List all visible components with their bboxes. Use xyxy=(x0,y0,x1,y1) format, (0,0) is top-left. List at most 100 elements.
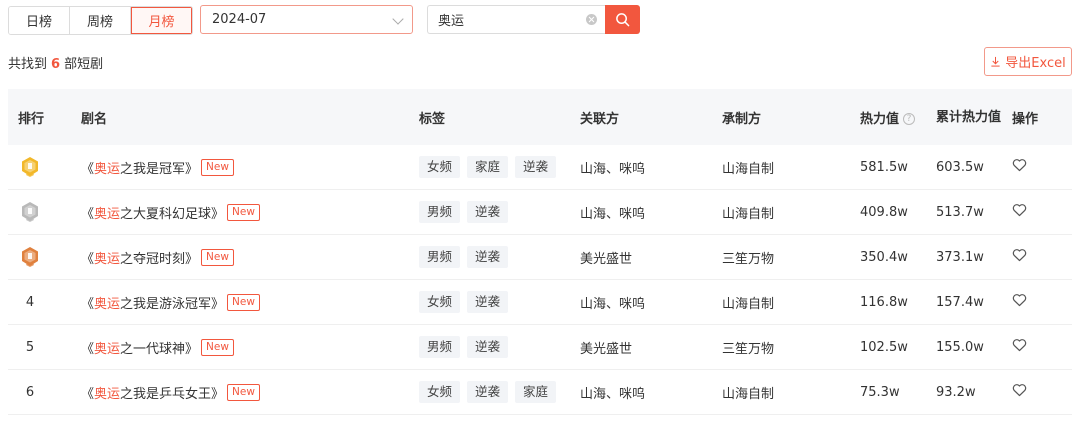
table-header: 排行 剧名 标签 关联方 承制方 热力值? 累计热力值 操作 xyxy=(8,89,1072,145)
header-related: 关联方 xyxy=(580,111,620,127)
header-maker: 承制方 xyxy=(722,111,762,127)
cell-rank xyxy=(8,201,81,223)
header-rank: 排行 xyxy=(18,111,45,127)
drama-title-link[interactable]: 《奥运 之一代球神》 New xyxy=(81,338,419,357)
cell-total-heat: 373.1w xyxy=(936,249,984,265)
cell-name: 《奥运 之大夏科幻足球》 New xyxy=(81,203,419,222)
title-open-bracket: 《 xyxy=(81,296,95,312)
header-total-heat: 累计热力值 xyxy=(936,109,1002,125)
cell-tags: 女频 家庭 逆袭 xyxy=(419,156,580,178)
title-highlight: 奥运 xyxy=(94,206,121,222)
cell-rank xyxy=(8,246,81,268)
table-body: 《奥运 之我是冠军》 New 女频 家庭 逆袭 山海、咪呜 山海自制 581.5w 603.5w 《… xyxy=(8,145,1072,415)
cell-ops xyxy=(1012,338,1072,356)
cell-ops xyxy=(1012,203,1072,221)
export-excel-button[interactable]: 导出Excel xyxy=(984,47,1072,76)
header-tags: 标签 xyxy=(419,111,446,127)
new-badge: New xyxy=(227,293,260,311)
result-suffix: 部短剧 xyxy=(64,57,104,72)
rank-number: 5 xyxy=(25,339,35,355)
favorite-heart-icon[interactable] xyxy=(1012,158,1027,176)
drama-title-link[interactable]: 《奥运 之我是乒乓女王》 New xyxy=(81,383,419,402)
favorite-heart-icon[interactable] xyxy=(1012,248,1027,266)
chevron-down-icon xyxy=(392,13,404,25)
tag-chip: 女频 xyxy=(419,291,461,313)
cell-heat: 102.5w xyxy=(860,339,908,355)
period-segmented-control: 日榜 周榜 月榜 xyxy=(8,5,193,35)
table-row: 《奥运 之我是冠军》 New 女频 家庭 逆袭 山海、咪呜 山海自制 581.5w 603.5w xyxy=(8,145,1072,190)
rank-medal-icon xyxy=(20,201,40,223)
month-select[interactable]: 2024-07 xyxy=(200,5,413,34)
title-rest: 之我是游泳冠军》 xyxy=(120,296,225,312)
tag-chip: 女频 xyxy=(419,156,461,178)
tag-chip: 逆袭 xyxy=(467,246,509,268)
help-icon[interactable]: ? xyxy=(903,113,916,125)
new-badge: New xyxy=(201,158,234,176)
cell-name: 《奥运 之我是冠军》 New xyxy=(81,158,419,177)
tag-chip: 男频 xyxy=(419,336,461,358)
title-open-bracket: 《 xyxy=(81,386,95,402)
cell-maker: 山海自制 xyxy=(722,386,775,402)
cell-tags: 女频 逆袭 家庭 xyxy=(419,381,580,403)
tag-chip: 逆袭 xyxy=(467,381,509,403)
title-highlight: 奥运 xyxy=(94,341,121,357)
favorite-heart-icon[interactable] xyxy=(1012,293,1027,311)
cell-rank xyxy=(8,156,81,178)
cell-tags: 男频 逆袭 xyxy=(419,246,580,268)
month-select-value: 2024-07 xyxy=(212,12,267,27)
tag-chip: 逆袭 xyxy=(515,156,557,178)
cell-name: 《奥运 之我是游泳冠军》 New xyxy=(81,293,419,312)
tab-weekly[interactable]: 周榜 xyxy=(70,6,131,34)
tag-chip: 逆袭 xyxy=(467,291,509,313)
result-prefix: 共找到 xyxy=(8,57,48,72)
favorite-heart-icon[interactable] xyxy=(1012,338,1027,356)
cell-maker: 山海自制 xyxy=(722,296,775,312)
cell-heat: 75.3w xyxy=(860,384,900,400)
clear-icon[interactable] xyxy=(586,14,597,25)
cell-related: 山海、咪呜 xyxy=(580,296,646,312)
cell-heat: 581.5w xyxy=(860,159,908,175)
tab-monthly[interactable]: 月榜 xyxy=(131,6,192,34)
header-name: 剧名 xyxy=(81,111,108,127)
drama-title-link[interactable]: 《奥运 之我是游泳冠军》 New xyxy=(81,293,419,312)
drama-title-link[interactable]: 《奥运 之夺冠时刻》 New xyxy=(81,248,419,267)
cell-name: 《奥运 之夺冠时刻》 New xyxy=(81,248,419,267)
title-rest: 之大夏科幻足球》 xyxy=(120,206,225,222)
cell-total-heat: 93.2w xyxy=(936,384,976,400)
table-row: 《奥运 之大夏科幻足球》 New 男频 逆袭 山海、咪呜 山海自制 409.8w 513.7w xyxy=(8,190,1072,235)
table-row: 《奥运 之夺冠时刻》 New 男频 逆袭 美光盛世 三笙万物 350.4w 373.1w xyxy=(8,235,1072,280)
search-button[interactable] xyxy=(605,5,640,34)
drama-title-link[interactable]: 《奥运 之大夏科幻足球》 New xyxy=(81,203,419,222)
tag-chip: 逆袭 xyxy=(467,201,509,223)
period-tabs: 日榜 周榜 月榜 xyxy=(8,5,193,35)
cell-tags: 男频 逆袭 xyxy=(419,201,580,223)
result-number: 6 xyxy=(51,57,61,72)
tag-chip: 男频 xyxy=(419,201,461,223)
cell-heat: 116.8w xyxy=(860,294,908,310)
header-heat: 热力值? xyxy=(860,108,936,127)
title-open-bracket: 《 xyxy=(81,206,95,222)
search-input[interactable] xyxy=(438,12,578,27)
rank-number: 4 xyxy=(25,294,35,310)
cell-maker: 三笙万物 xyxy=(722,341,775,357)
cell-name: 《奥运 之我是乒乓女王》 New xyxy=(81,383,419,402)
table-row: 5 《奥运 之一代球神》 New 男频 逆袭 美光盛世 三笙万物 102.5w 155.0w xyxy=(8,325,1072,370)
tab-daily[interactable]: 日榜 xyxy=(9,6,70,34)
header-ops: 操作 xyxy=(1012,111,1039,127)
drama-title-link[interactable]: 《奥运 之我是冠军》 New xyxy=(81,158,419,177)
cell-related: 山海、咪呜 xyxy=(580,161,646,177)
title-highlight: 奥运 xyxy=(94,251,121,267)
cell-name: 《奥运 之一代球神》 New xyxy=(81,338,419,357)
cell-total-heat: 603.5w xyxy=(936,159,984,175)
cell-rank: 4 xyxy=(8,295,81,310)
rank-medal-icon xyxy=(20,156,40,178)
title-open-bracket: 《 xyxy=(81,251,95,267)
cell-total-heat: 155.0w xyxy=(936,339,984,355)
cell-heat: 350.4w xyxy=(860,249,908,265)
title-rest: 之一代球神》 xyxy=(120,341,199,357)
tag-chip: 逆袭 xyxy=(467,336,509,358)
title-highlight: 奥运 xyxy=(94,161,121,177)
favorite-heart-icon[interactable] xyxy=(1012,383,1027,401)
favorite-heart-icon[interactable] xyxy=(1012,203,1027,221)
cell-maker: 山海自制 xyxy=(722,206,775,222)
